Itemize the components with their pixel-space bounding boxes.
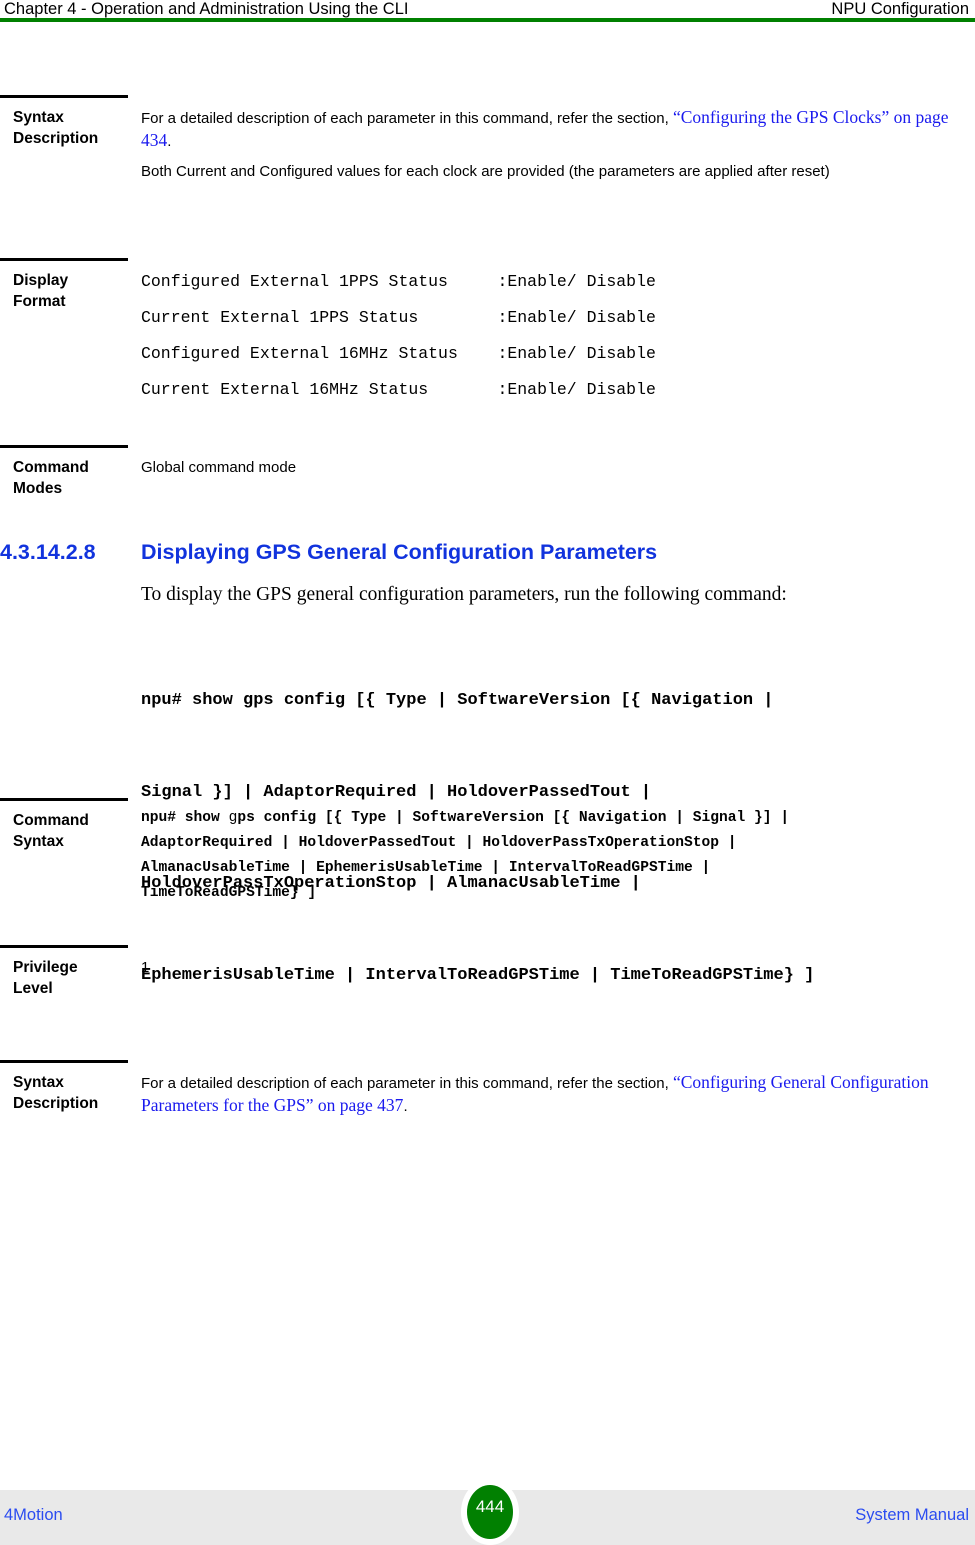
block-top-rule [0,945,128,948]
header-divider-rule [0,18,975,22]
page-number-badge: 444 [461,1479,519,1545]
syntax-description-paragraph-2: Both Current and Configured values for e… [141,163,830,180]
label-line-2: Level [13,980,53,997]
paragraph-prefix: For a detailed description of each param… [141,110,673,127]
command-syntax-label: Command Syntax [13,810,138,852]
section-title: Displaying GPS General Configuration Par… [141,540,658,564]
syntax-description-content-2: For a detailed description of each param… [141,1072,961,1117]
intro-paragraph: To display the GPS general configuration… [141,584,787,605]
privilege-level-label: Privilege Level [13,957,138,999]
display-format-content: Configured External 1PPS Status :Enable/… [141,264,961,408]
paragraph-prefix: For a detailed description of each param… [141,1075,673,1092]
command-modes-content: Global command mode [141,457,961,479]
header-section-title: NPU Configuration [831,0,969,18]
command-example-line: Signal }] | AdaptorRequired | HoldoverPa… [141,782,652,802]
label-line-2: Syntax [13,833,64,850]
command-modes-label: Command Modes [13,457,138,499]
label-line-2: Format [13,293,66,310]
paragraph-suffix: . [167,132,172,150]
footer-product-name: 4Motion [4,1506,63,1524]
block-top-rule [0,258,128,261]
privilege-level-content: 1 [141,957,961,979]
label-line-1: Display [13,272,69,289]
syntax-text-part-1: npu# show [141,810,229,826]
display-format-line: Current External 1PPS Status :Enable/ Di… [141,308,656,327]
display-format-line: Configured External 1PPS Status :Enable/… [141,272,656,291]
footer-document-name: System Manual [855,1506,969,1524]
label-line-1: Syntax [13,1074,64,1091]
section-number: 4.3.14.2.8 [0,540,96,564]
command-syntax-text: npu# show gps config [{ Type | SoftwareV… [141,806,961,906]
block-top-rule [0,95,128,98]
command-syntax-content: npu# show gps config [{ Type | SoftwareV… [141,806,961,906]
syntax-description-paragraph-1: For a detailed description of each param… [141,1072,961,1117]
paragraph-suffix: . [403,1097,408,1115]
header-chapter-title: Chapter 4 - Operation and Administration… [4,0,409,18]
label-line-1: Syntax [13,109,64,126]
privilege-level-value: 1 [141,959,150,976]
display-format-line: Current External 16MHz Status :Enable/ D… [141,380,656,399]
label-line-2: Description [13,1095,99,1112]
command-example-line: npu# show gps config [{ Type | SoftwareV… [141,691,774,710]
command-modes-value: Global command mode [141,459,297,476]
syntax-description-content-1: For a detailed description of each param… [141,107,961,183]
display-format-label: Display Format [13,270,138,312]
label-line-2: Modes [13,480,63,497]
block-top-rule [0,798,128,801]
block-top-rule [0,445,128,448]
display-format-line: Configured External 16MHz Status :Enable… [141,344,656,363]
label-line-1: Command [13,812,89,829]
label-line-1: Privilege [13,959,78,976]
label-line-2: Description [13,130,99,147]
syntax-description-label-1: Syntax Description [13,107,138,149]
syntax-description-paragraph-1: For a detailed description of each param… [141,107,961,152]
syntax-text-part-2: ps config [{ Type | SoftwareVersion [{ N… [141,810,790,901]
page-number: 444 [475,1497,505,1516]
label-line-1: Command [13,459,89,476]
syntax-description-label-2: Syntax Description [13,1072,138,1114]
block-top-rule [0,1060,128,1063]
